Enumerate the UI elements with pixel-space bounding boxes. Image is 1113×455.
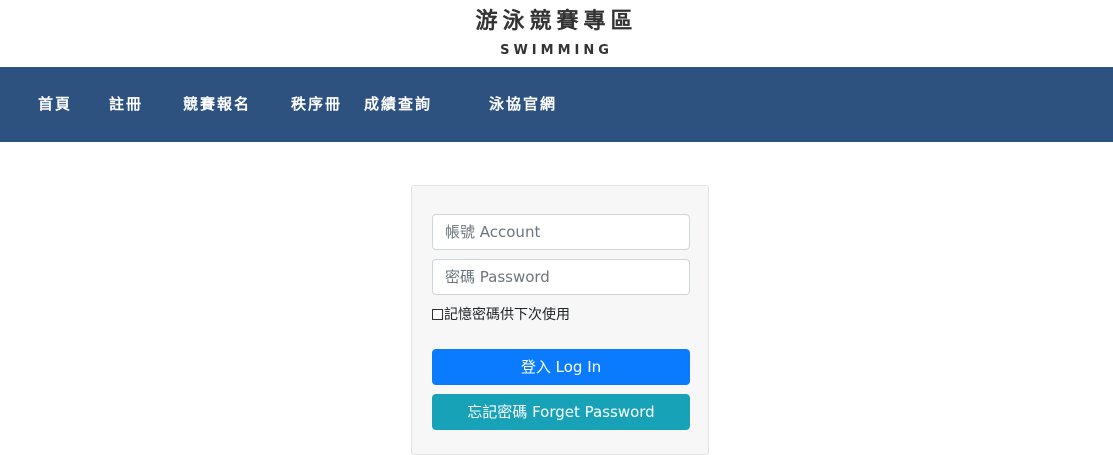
- remember-me-row: 記憶密碼供下次使用: [432, 305, 570, 325]
- nav-item-home[interactable]: 首頁: [38, 93, 72, 115]
- nav-item-program-book[interactable]: 秩序冊: [291, 93, 342, 115]
- main-navbar: 首頁 註冊 競賽報名 秩序冊 成績查詢 泳協官網: [0, 67, 1113, 142]
- site-title: 游泳競賽專區: [475, 9, 638, 34]
- account-input[interactable]: [432, 214, 690, 250]
- login-card: 記憶密碼供下次使用 登入 Log In 忘記密碼 Forget Password: [411, 185, 709, 455]
- nav-item-register[interactable]: 註冊: [109, 93, 143, 115]
- login-button[interactable]: 登入 Log In: [432, 349, 690, 385]
- remember-me-checkbox[interactable]: [432, 309, 443, 320]
- site-subtitle: SWIMMING: [500, 43, 613, 58]
- nav-item-results-query[interactable]: 成績查詢: [364, 93, 432, 115]
- forget-password-button[interactable]: 忘記密碼 Forget Password: [432, 394, 690, 430]
- site-header: 游泳競賽專區 SWIMMING: [0, 0, 1113, 67]
- remember-me-label: 記憶密碼供下次使用: [444, 307, 570, 323]
- password-input[interactable]: [432, 259, 690, 295]
- nav-item-association-site[interactable]: 泳協官網: [489, 93, 557, 115]
- nav-item-competition-signup[interactable]: 競賽報名: [183, 93, 251, 115]
